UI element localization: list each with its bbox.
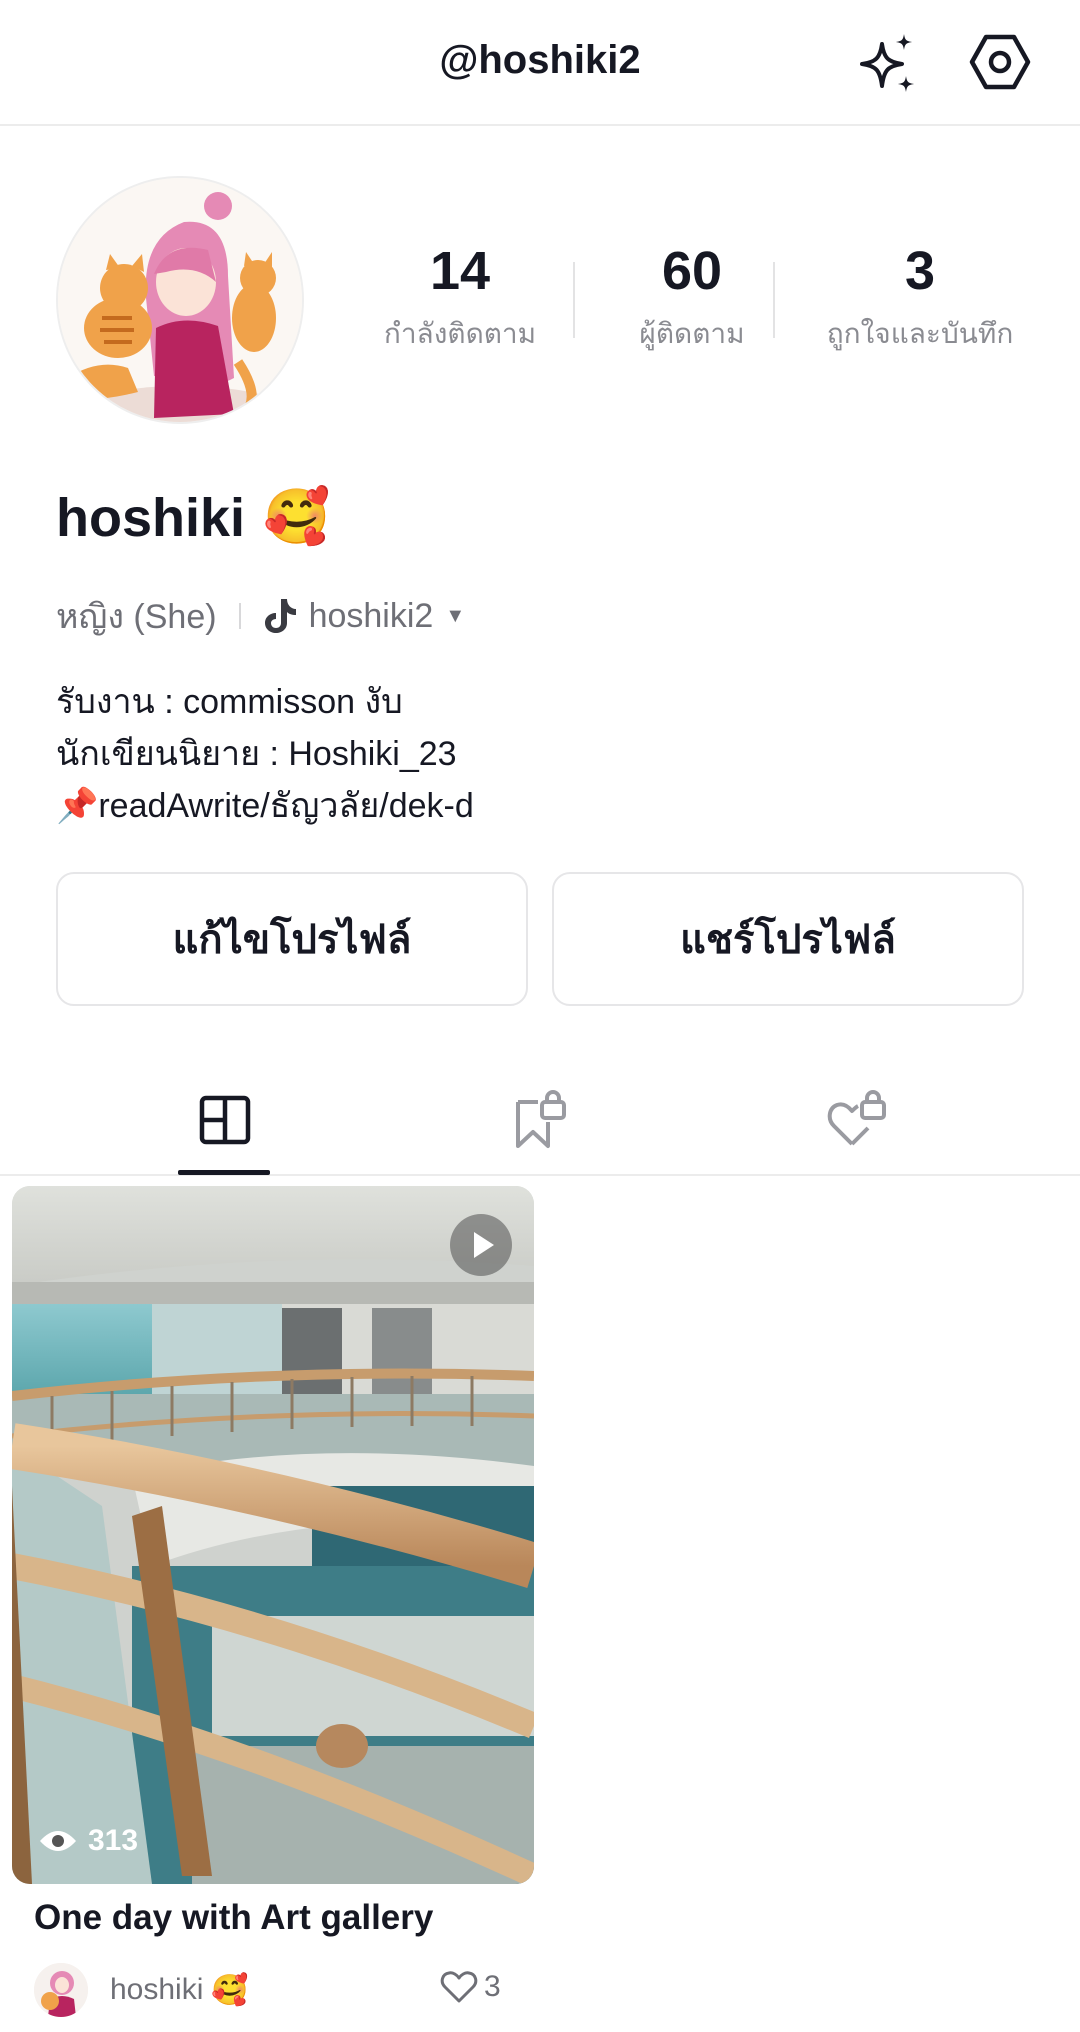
video-thumbnail-image [12, 1186, 534, 1884]
active-tab-indicator [178, 1170, 270, 1175]
stat-following-value: 14 [429, 241, 491, 301]
author-name: hoshiki [110, 1973, 204, 2006]
stat-likes[interactable]: 3 ถูกใจและบันทึก [800, 240, 1040, 356]
bio-line[interactable]: 📌readAwrite/ธัญวลัย/dek-d [56, 780, 474, 832]
play-icon [450, 1214, 512, 1276]
heart-lock-icon[interactable] [824, 1088, 888, 1152]
like-count-value: 3 [484, 1970, 501, 2003]
grid-icon[interactable] [194, 1088, 258, 1152]
author-emoji: 🥰 [211, 1973, 249, 2007]
bio-line: นักเขียนนิยาย : Hoshiki_23 [56, 735, 457, 773]
profile-name-text: hoshiki [56, 487, 246, 548]
video-thumbnail[interactable]: 313 [12, 1186, 534, 1884]
profile-avatar[interactable] [56, 176, 304, 424]
author-avatar-image [34, 1963, 88, 2017]
bio-line: รับงาน : commisson งับ [56, 683, 403, 721]
stat-divider [773, 262, 775, 338]
author-avatar [34, 1963, 88, 2017]
sparkle-icon[interactable] [852, 30, 922, 100]
bookmark-lock-icon[interactable] [508, 1088, 572, 1152]
stat-following[interactable]: 14 กำลังติดตาม [350, 240, 570, 356]
stat-likes-label: ถูกใจและบันทึก [826, 318, 1014, 349]
profile-meta-row: หญิง (She) hoshiki2 ▼ [56, 594, 465, 638]
tiktok-handle[interactable]: hoshiki2 [309, 597, 434, 636]
profile-name-emoji: 🥰 [263, 487, 331, 547]
video-author[interactable]: hoshiki 🥰 [34, 1962, 249, 2018]
video-title[interactable]: One day with Art gallery [34, 1898, 433, 1938]
share-profile-button[interactable]: แชร์โปรไฟล์ [552, 872, 1024, 1006]
stat-divider [573, 262, 575, 338]
chevron-down-icon[interactable]: ▼ [445, 605, 465, 628]
stat-following-label: กำลังติดตาม [383, 318, 537, 349]
profile-name: hoshiki 🥰 [56, 486, 330, 549]
eye-icon [40, 1831, 76, 1851]
like-count[interactable]: 3 [440, 1970, 501, 2004]
meta-divider [238, 603, 241, 629]
settings-icon[interactable] [968, 30, 1032, 94]
stat-followers-value: 60 [661, 241, 723, 301]
view-count-value: 313 [88, 1824, 139, 1857]
tiktok-icon [264, 599, 296, 633]
avatar-illustration [58, 178, 302, 422]
gender-label: หญิง (She) [56, 598, 217, 636]
top-bar: @hoshiki2 [0, 0, 1080, 126]
profile-bio: รับงาน : commisson งับ นักเขียนนิยาย : H… [56, 676, 474, 832]
stat-followers-label: ผู้ติดตาม [639, 318, 745, 349]
stat-likes-value: 3 [904, 241, 936, 301]
stat-followers[interactable]: 60 ผู้ติดตาม [582, 240, 802, 356]
edit-profile-button[interactable]: แก้ไขโปรไฟล์ [56, 872, 528, 1006]
view-count: 313 [38, 1824, 138, 1858]
profile-tabs [0, 1070, 1080, 1176]
heart-icon [440, 1971, 478, 2003]
